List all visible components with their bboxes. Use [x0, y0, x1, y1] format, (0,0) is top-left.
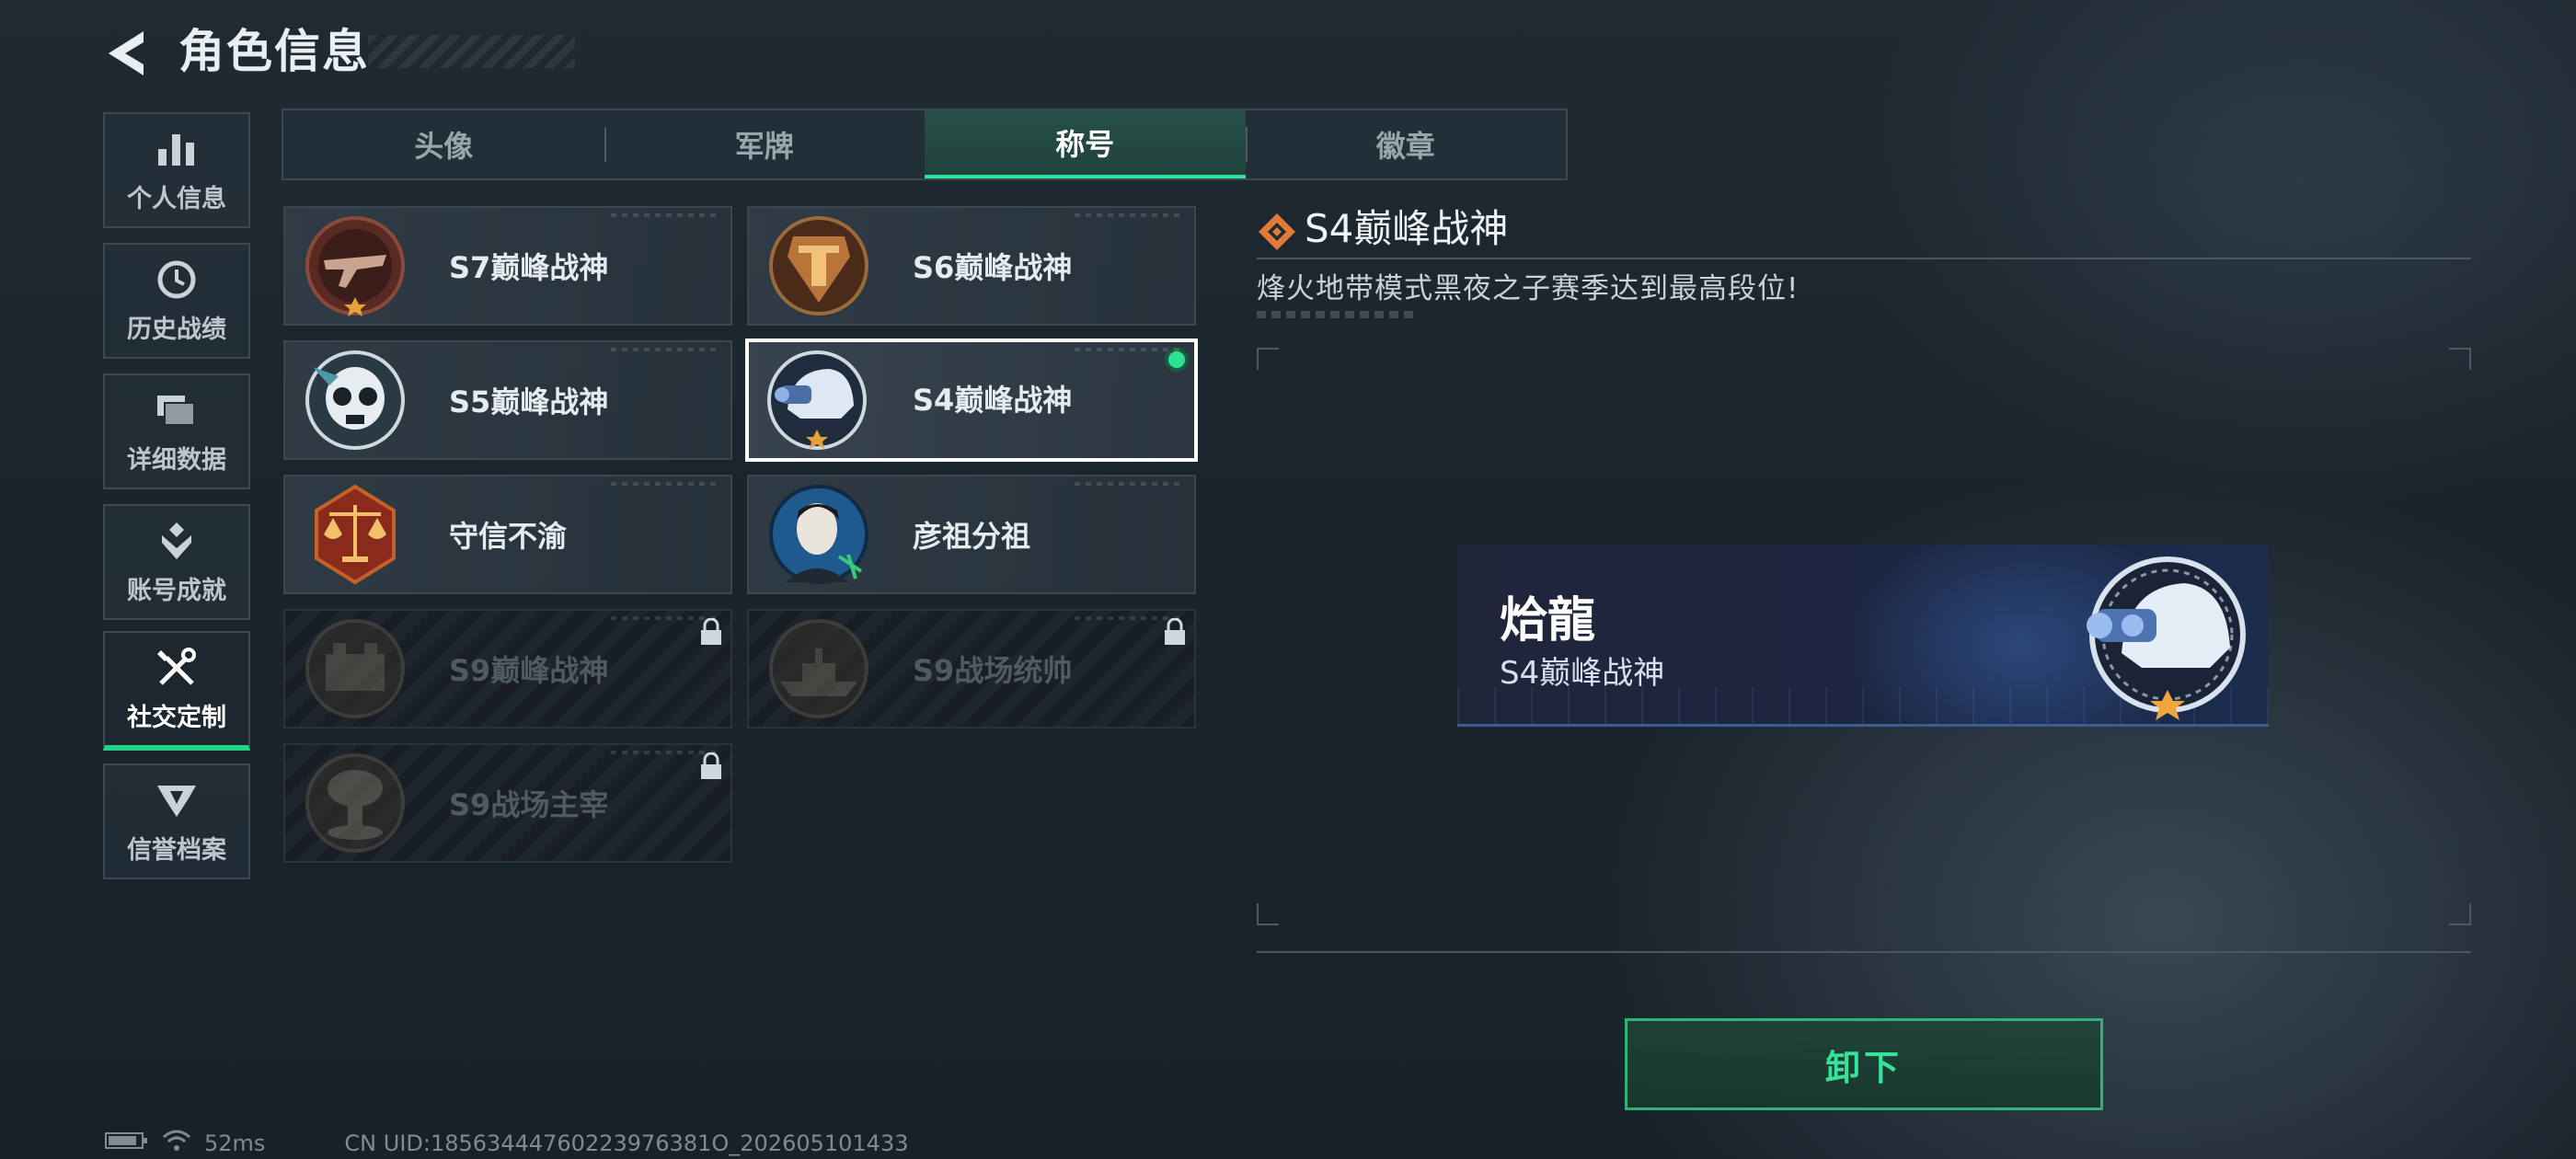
- tab-avatar[interactable]: 头像: [283, 110, 604, 178]
- tab-badge[interactable]: 徽章: [1245, 110, 1567, 178]
- player-name: 烚龍: [1500, 593, 1596, 648]
- sidebar-item-history[interactable]: 历史战绩: [103, 243, 250, 359]
- title-name: S9巅峰战神: [449, 653, 609, 688]
- title-name: 守信不渝: [449, 519, 568, 554]
- crossbow-emblem-icon: [302, 214, 408, 321]
- night-vision-helmet-emblem-icon: [2076, 552, 2256, 723]
- detail-description: 烽火地带模式黑夜之子赛季达到最高段位!: [1257, 272, 1800, 305]
- header: 角色信息: [101, 18, 580, 88]
- mushroom-cloud-emblem-icon: [302, 752, 408, 858]
- title-name: S7巅峰战神: [449, 250, 609, 285]
- tab-bar: 头像 军牌 称号 徽章: [282, 109, 1568, 180]
- skull-mask-emblem-icon: [302, 349, 408, 455]
- fortress-emblem-icon: [302, 617, 408, 724]
- tab-title[interactable]: 称号: [925, 110, 1246, 178]
- title-preview-banner: 烚龍 S4巅峰战神: [1457, 545, 2269, 727]
- sidebar-item-achievements[interactable]: 账号成就: [103, 504, 250, 620]
- title-name: S4巅峰战神: [913, 383, 1073, 418]
- title-card[interactable]: S6巅峰战神: [747, 206, 1196, 326]
- bar-chart-icon: [155, 127, 199, 171]
- sidebar-item-label: 社交定制: [127, 703, 226, 732]
- tab-military-tag[interactable]: 军牌: [604, 110, 926, 178]
- sidebar-item-label: 详细数据: [127, 445, 226, 475]
- title-card-locked[interactable]: S9战场主宰: [283, 743, 732, 863]
- warship-emblem-icon: [765, 617, 872, 724]
- title-name: S9战场统帅: [913, 653, 1073, 688]
- folders-icon: [155, 388, 199, 432]
- title-name: S9战场主宰: [449, 787, 609, 822]
- description-decoration: [1257, 311, 1419, 318]
- diamond-icon: [1257, 212, 1297, 252]
- title-card-locked[interactable]: S9巅峰战神: [283, 609, 732, 729]
- title-card-locked[interactable]: S9战场统帅: [747, 609, 1196, 729]
- shield-wing-icon: [155, 778, 199, 822]
- night-vision-helmet-emblem-icon: [764, 349, 870, 455]
- sidebar-item-detailed-data[interactable]: 详细数据: [103, 373, 250, 489]
- portrait-emblem-icon: [765, 483, 872, 590]
- title-name: S5巅峰战神: [449, 384, 609, 419]
- battery-icon: [105, 1130, 149, 1156]
- wifi-icon: [162, 1129, 191, 1158]
- unequip-button[interactable]: 卸下: [1625, 1018, 2103, 1110]
- tools-icon: [155, 646, 199, 690]
- lock-icon: [1163, 617, 1187, 646]
- title-card[interactable]: 彦祖分祖: [747, 475, 1196, 594]
- detail-header: S4巅峰战神: [1257, 202, 2471, 259]
- title-card[interactable]: S7巅峰战神: [283, 206, 732, 326]
- history-clock-icon: [155, 258, 199, 302]
- detail-title: S4巅峰战神: [1305, 206, 1509, 251]
- sidebar-item-label: 历史战绩: [127, 315, 226, 344]
- sidebar-item-label: 信誉档案: [127, 835, 226, 865]
- sidebar-item-personal-info[interactable]: 个人信息: [103, 112, 250, 228]
- sidebar-item-reputation[interactable]: 信誉档案: [103, 763, 250, 879]
- title-decoration: [368, 35, 575, 68]
- title-card[interactable]: S5巅峰战神: [283, 340, 732, 460]
- page-title: 角色信息: [178, 25, 370, 78]
- status-footer: 52ms CN UID:18563444760223976381O_202605…: [105, 1130, 909, 1157]
- equipped-indicator: [1165, 348, 1189, 372]
- sidebar-item-label: 个人信息: [127, 184, 226, 213]
- scales-emblem-icon: [302, 483, 408, 590]
- achievement-icon: [155, 519, 199, 563]
- title-card[interactable]: 守信不渝: [283, 475, 732, 594]
- ping-value: 52ms: [204, 1130, 266, 1156]
- lock-icon: [699, 617, 723, 646]
- title-name: 彦祖分祖: [913, 519, 1031, 554]
- pillar-emblem-icon: [765, 214, 872, 321]
- sidebar-item-label: 账号成就: [127, 576, 226, 605]
- sidebar-item-social-custom[interactable]: 社交定制: [103, 631, 250, 751]
- preview-divider: [1257, 951, 2471, 953]
- uid-text: CN UID:18563444760223976381O_20260510143…: [344, 1130, 909, 1156]
- title-name: S6巅峰战神: [913, 250, 1073, 285]
- back-arrow-icon[interactable]: [101, 26, 151, 81]
- title-card-selected[interactable]: S4巅峰战神: [745, 339, 1198, 462]
- lock-icon: [699, 752, 723, 780]
- preview-title: S4巅峰战神: [1500, 655, 1665, 692]
